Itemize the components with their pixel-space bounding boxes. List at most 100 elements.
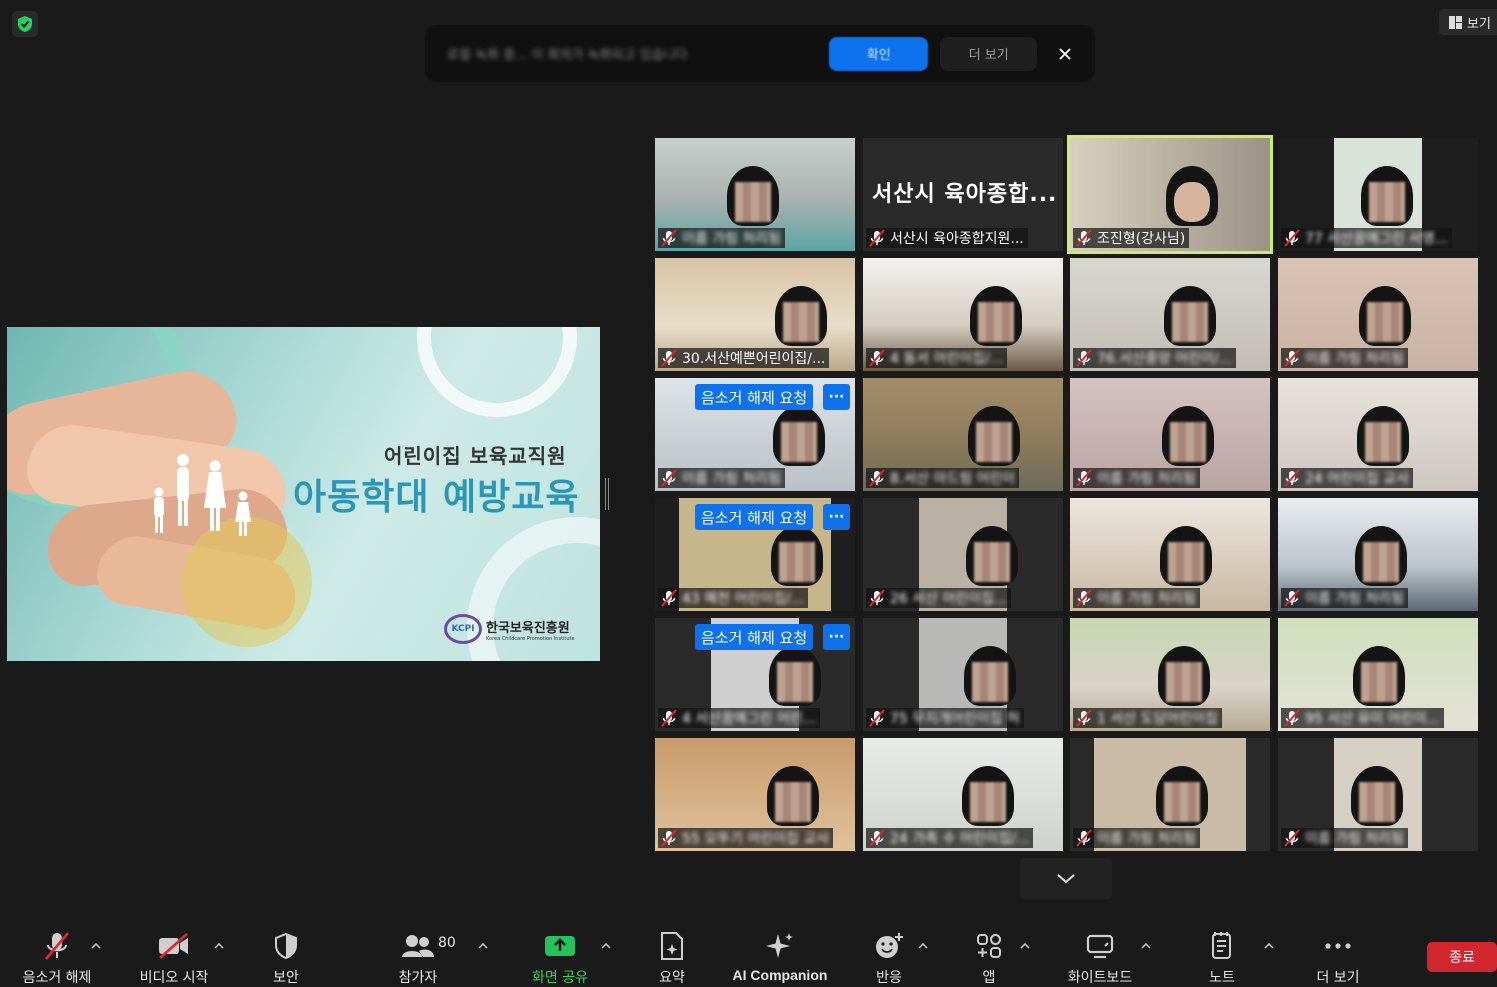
participant-name: 이름 가림 처리됨 — [1097, 591, 1197, 607]
participant-name-tag: 이름 가림 처리됨 — [1281, 828, 1409, 848]
ask-to-unmute-button[interactable]: 음소거 해제 요청 — [695, 624, 814, 650]
notice-confirm-button[interactable]: 확인 — [829, 36, 929, 71]
tile-more-options-button[interactable]: ··· — [823, 504, 850, 530]
reactions-button[interactable]: 반응 — [869, 929, 909, 987]
muted-mic-icon — [661, 709, 677, 727]
participant-tile[interactable]: 음소거 해제 요청 ··· 4 서산꿈에그린 어린... — [655, 618, 855, 731]
share-screen-button[interactable]: 화면 공유 — [526, 929, 594, 987]
audio-options-caret-icon[interactable] — [90, 941, 102, 951]
participant-tile[interactable]: 76.서산중앙 어린이/... — [1070, 258, 1270, 371]
blurred-face — [1166, 662, 1202, 702]
participant-tile[interactable]: 이름 가림 처리됨 — [1278, 258, 1478, 371]
participant-tile[interactable]: 1 서산 도담어린이집 — [1070, 618, 1270, 731]
reactions-options-caret-icon[interactable] — [917, 941, 929, 951]
whiteboard-button[interactable]: 화이트보드 — [1062, 929, 1138, 987]
unmute-button[interactable]: 음소거 해제 — [18, 929, 96, 987]
view-button[interactable]: 보기 — [1439, 9, 1497, 35]
blurred-face — [1361, 662, 1397, 702]
participant-tile[interactable]: 24 어린이집 교사 — [1278, 378, 1478, 491]
participant-name: 이름 가림 처리됨 — [1097, 831, 1197, 847]
whiteboard-label: 화이트보드 — [1067, 970, 1133, 986]
participant-name-tag: 8.서산 아드림 어린이 — [866, 468, 1020, 488]
whiteboard-options-caret-icon[interactable] — [1140, 941, 1152, 951]
encryption-shield-icon[interactable] — [12, 11, 38, 37]
participant-tile[interactable]: 30.서산예쁜어린이집/... — [655, 258, 855, 371]
blurred-face — [1174, 182, 1210, 222]
participant-tile[interactable]: 77 서산꿈에그린 서영... — [1278, 138, 1478, 251]
participant-tile[interactable]: 95 서산 유미 어린이... — [1278, 618, 1478, 731]
notes-button[interactable]: 노트 — [1204, 929, 1240, 987]
muted-mic-icon — [661, 349, 677, 367]
participant-tile[interactable]: 이름 가림 처리됨 — [1070, 378, 1270, 491]
muted-mic-icon — [1076, 469, 1092, 487]
participant-tile[interactable]: 음소거 해제 요청 ··· 43 예천 어린이집/... — [655, 498, 855, 611]
muted-mic-icon — [1284, 469, 1300, 487]
muted-mic-icon — [869, 829, 885, 847]
chevron-down-icon — [1057, 873, 1075, 883]
tile-more-options-button[interactable]: ··· — [823, 624, 850, 650]
video-off-icon — [159, 933, 188, 959]
participant-tile[interactable]: 이름 가림 처리됨 — [1070, 498, 1270, 611]
participants-options-caret-icon[interactable] — [477, 941, 489, 951]
participant-name: 55 오뚜기 어린이집 교사 — [682, 831, 830, 847]
shared-screen: 어린이집 보육교직원 아동학대 예방교육 KCPI 한국보육진흥원 Korea … — [7, 327, 600, 661]
blurred-face — [1367, 302, 1403, 342]
tile-more-options-button[interactable]: ··· — [823, 384, 850, 410]
notes-options-caret-icon[interactable] — [1263, 941, 1275, 951]
participant-name-tag: 30.서산예쁜어린이집/... — [658, 348, 830, 368]
participant-tile[interactable]: 26 서산 어린이집... — [863, 498, 1063, 611]
share-options-caret-icon[interactable] — [600, 941, 612, 951]
video-options-caret-icon[interactable] — [213, 941, 225, 951]
muted-mic-icon — [869, 229, 885, 247]
view-grid-icon — [1449, 15, 1462, 29]
blurred-face — [775, 782, 811, 822]
muted-mic-icon — [1076, 589, 1092, 607]
participant-tile[interactable]: 음소거 해제 요청 ··· 이름 가림 처리됨 — [655, 378, 855, 491]
more-button[interactable]: 더 보기 — [1310, 929, 1366, 987]
blurred-face — [1168, 542, 1204, 582]
ai-companion-button[interactable]: AI Companion — [730, 929, 830, 983]
summary-button[interactable]: 요약 — [652, 929, 692, 987]
blurred-face — [779, 542, 815, 582]
participant-tile[interactable]: 서산시 육아종합... 서산시 육아종합지원... — [863, 138, 1063, 251]
participant-name-tag: 4 서산꿈에그린 어린... — [658, 708, 821, 728]
apps-button[interactable]: 앱 — [972, 929, 1006, 987]
participant-tile[interactable]: 4 동서 어린이집/... — [863, 258, 1063, 371]
participant-name: 8.서산 아드림 어린이 — [890, 471, 1016, 487]
participant-name-tag: 이름 가림 처리됨 — [1281, 588, 1409, 608]
reaction-smiley-icon — [876, 933, 903, 958]
participant-tile[interactable]: 이름 가림 처리됨 — [1070, 738, 1270, 851]
participant-name-tag: 이름 가림 처리됨 — [1073, 468, 1201, 488]
muted-mic-icon — [45, 932, 69, 960]
ask-to-unmute-button[interactable]: 음소거 해제 요청 — [695, 384, 814, 410]
resize-divider-handle[interactable] — [605, 478, 609, 510]
gallery-next-page-button[interactable] — [1020, 858, 1112, 899]
ask-to-unmute-button[interactable]: 음소거 해제 요청 — [695, 504, 814, 530]
blurred-face — [1164, 782, 1200, 822]
participant-tile[interactable]: 이름 가림 처리됨 — [655, 138, 855, 251]
muted-mic-icon — [869, 469, 885, 487]
participant-name-tag: 이름 가림 처리됨 — [658, 228, 786, 248]
apps-options-caret-icon[interactable] — [1019, 941, 1031, 951]
participants-count: 80 — [438, 935, 456, 951]
participant-tile[interactable]: 8.서산 아드림 어린이 — [863, 378, 1063, 491]
end-meeting-button[interactable]: 종료 — [1427, 942, 1497, 972]
participant-name: 이름 가림 처리됨 — [682, 471, 782, 487]
participant-tile[interactable]: 조진형(강사님) — [1067, 135, 1273, 254]
security-label: 보안 — [273, 970, 299, 986]
participant-tile[interactable]: 이름 가림 처리됨 — [1278, 738, 1478, 851]
participant-name: 30.서산예쁜어린이집/... — [682, 351, 826, 367]
notice-close-icon[interactable] — [1053, 42, 1077, 66]
participant-tile[interactable]: 75 무지개어린이집 허 — [863, 618, 1063, 731]
notice-secondary-button[interactable]: 더 보기 — [940, 36, 1038, 71]
security-button[interactable]: 보안 — [266, 929, 306, 987]
blurred-face — [735, 182, 771, 222]
participant-tile[interactable]: 24 가족 수 어린이집/... — [863, 738, 1063, 851]
unmute-label: 음소거 해제 — [22, 970, 92, 986]
start-video-button[interactable]: 비디오 시작 — [134, 929, 214, 987]
blurred-face — [976, 422, 1012, 462]
summary-document-icon — [661, 932, 683, 960]
participant-tile[interactable]: 55 오뚜기 어린이집 교사 — [655, 738, 855, 851]
participant-name: 이름 가림 처리됨 — [1097, 471, 1197, 487]
participant-tile[interactable]: 이름 가림 처리됨 — [1278, 498, 1478, 611]
